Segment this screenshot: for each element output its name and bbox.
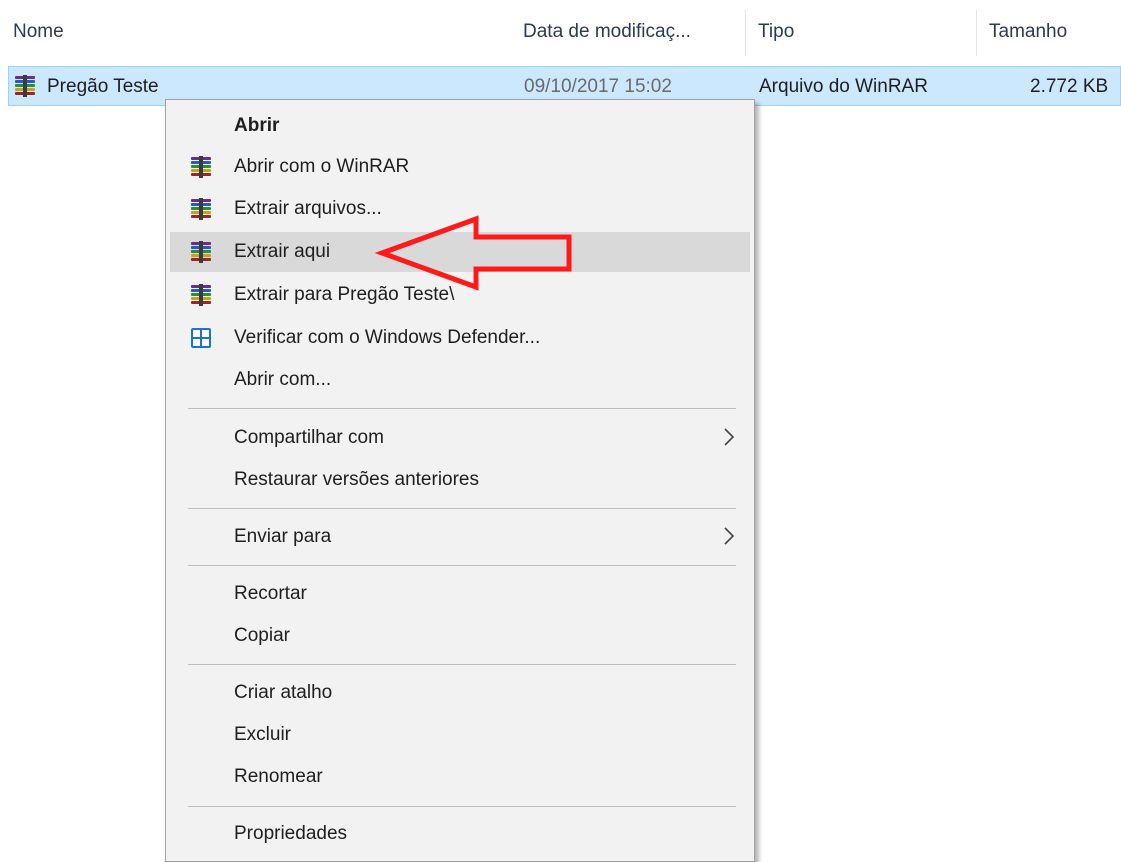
menu-item-label: Extrair arquivos...	[234, 198, 382, 219]
menu-separator	[188, 806, 736, 807]
menu-item-renomear[interactable]: Renomear	[170, 757, 750, 797]
menu-item-label: Propriedades	[234, 823, 348, 844]
menu-item-extrair-para[interactable]: Extrair para Pregão Teste\	[170, 275, 750, 315]
menu-item-label: Abrir com...	[234, 369, 332, 390]
winrar-icon	[190, 198, 212, 220]
column-type-header[interactable]: Tipo	[758, 21, 794, 43]
menu-item-criar-atalho[interactable]: Criar atalho	[170, 673, 750, 713]
menu-item-restaurar-versoes[interactable]: Restaurar versões anteriores	[170, 460, 750, 500]
column-divider[interactable]	[976, 10, 977, 56]
menu-item-excluir[interactable]: Excluir	[170, 715, 750, 755]
column-name-header[interactable]: Nome	[13, 21, 64, 43]
windows-defender-icon	[191, 328, 211, 348]
winrar-icon	[190, 241, 212, 263]
menu-item-abrir[interactable]: Abrir	[170, 106, 750, 146]
menu-item-label: Abrir com o WinRAR	[234, 156, 410, 177]
column-divider[interactable]	[745, 10, 746, 56]
file-name: Pregão Teste	[47, 76, 159, 97]
menu-item-enviar-para[interactable]: Enviar para	[170, 517, 750, 557]
menu-item-label: Abrir	[234, 115, 280, 136]
winrar-icon	[190, 284, 212, 306]
menu-item-label: Compartilhar com	[234, 427, 384, 448]
menu-separator	[188, 664, 736, 665]
menu-item-extrair-arquivos[interactable]: Extrair arquivos...	[170, 189, 750, 229]
menu-item-label: Extrair aqui	[234, 241, 331, 262]
menu-separator	[188, 408, 736, 409]
menu-item-label: Restaurar versões anteriores	[234, 469, 479, 490]
menu-item-label: Recortar	[234, 583, 307, 604]
menu-separator	[188, 565, 736, 566]
column-size-header[interactable]: Tamanho	[989, 21, 1067, 43]
menu-item-abrir-com[interactable]: Abrir com...	[170, 360, 750, 400]
menu-item-label: Renomear	[234, 766, 323, 787]
menu-item-label: Enviar para	[234, 526, 332, 547]
menu-item-label: Criar atalho	[234, 682, 333, 703]
winrar-archive-icon	[14, 75, 36, 97]
menu-item-compartilhar-com[interactable]: Compartilhar com	[170, 418, 750, 458]
menu-item-abrir-com-winrar[interactable]: Abrir com o WinRAR	[170, 147, 750, 187]
column-date-header[interactable]: Data de modificaç...	[523, 21, 691, 43]
file-date: 09/10/2017 15:02	[524, 76, 672, 97]
menu-item-label: Excluir	[234, 724, 292, 745]
winrar-icon	[190, 156, 212, 178]
context-menu: Abrir Abrir com o WinRAR Extrair arquivo…	[165, 99, 755, 862]
menu-separator	[188, 508, 736, 509]
menu-item-label: Extrair para Pregão Teste\	[234, 284, 455, 305]
menu-item-windows-defender[interactable]: Verificar com o Windows Defender...	[170, 318, 750, 358]
menu-item-recortar[interactable]: Recortar	[170, 574, 750, 614]
file-size: 2.772 KB	[1030, 76, 1109, 97]
column-header: Nome Data de modificaç... Tipo Tamanho	[0, 0, 1121, 66]
file-type: Arquivo do WinRAR	[759, 76, 928, 97]
menu-item-label: Verificar com o Windows Defender...	[234, 327, 541, 348]
menu-item-propriedades[interactable]: Propriedades	[170, 814, 750, 854]
chevron-right-icon	[724, 527, 735, 545]
chevron-right-icon	[724, 428, 735, 446]
menu-item-copiar[interactable]: Copiar	[170, 616, 750, 656]
menu-item-extrair-aqui[interactable]: Extrair aqui	[170, 232, 750, 272]
menu-item-label: Copiar	[234, 625, 290, 646]
